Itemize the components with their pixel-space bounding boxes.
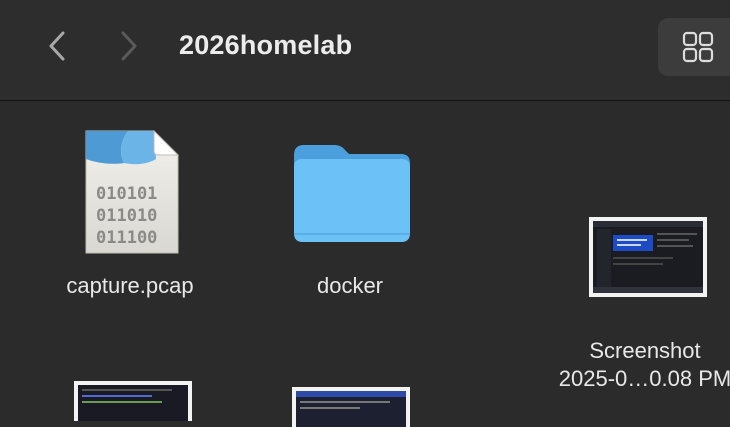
window-title: 2026homelab bbox=[179, 30, 353, 60]
binary-document-icon: 010101 011010 011100 bbox=[85, 129, 180, 254]
folder-name: docker bbox=[316, 273, 384, 298]
grid-view-icon bbox=[682, 31, 714, 63]
file-name: Screenshot 2025-0…0.08 PM bbox=[520, 337, 730, 393]
icon-view-button[interactable] bbox=[658, 18, 730, 76]
back-button[interactable] bbox=[43, 28, 71, 64]
file-name: capture.pcap bbox=[66, 273, 194, 298]
binary-line: 011010 bbox=[96, 206, 157, 226]
finder-toolbar: 2026homelab bbox=[0, 0, 730, 101]
screenshot-thumbnail[interactable] bbox=[74, 381, 192, 421]
screenshot-thumbnail bbox=[589, 217, 707, 297]
forward-button[interactable] bbox=[115, 28, 143, 64]
file-grid: 010101 011010 011100 capture.pcap docker bbox=[0, 101, 730, 427]
screenshot-thumbnail[interactable] bbox=[292, 387, 410, 427]
file-name-line1: Screenshot bbox=[589, 338, 701, 363]
chevron-left-icon bbox=[49, 31, 65, 61]
binary-line: 010101 bbox=[96, 184, 157, 204]
folder-icon bbox=[294, 145, 410, 242]
chevron-right-icon bbox=[121, 31, 137, 61]
file-name-line2: 2025-0…0.08 PM bbox=[558, 366, 730, 391]
binary-line: 011100 bbox=[96, 228, 157, 248]
